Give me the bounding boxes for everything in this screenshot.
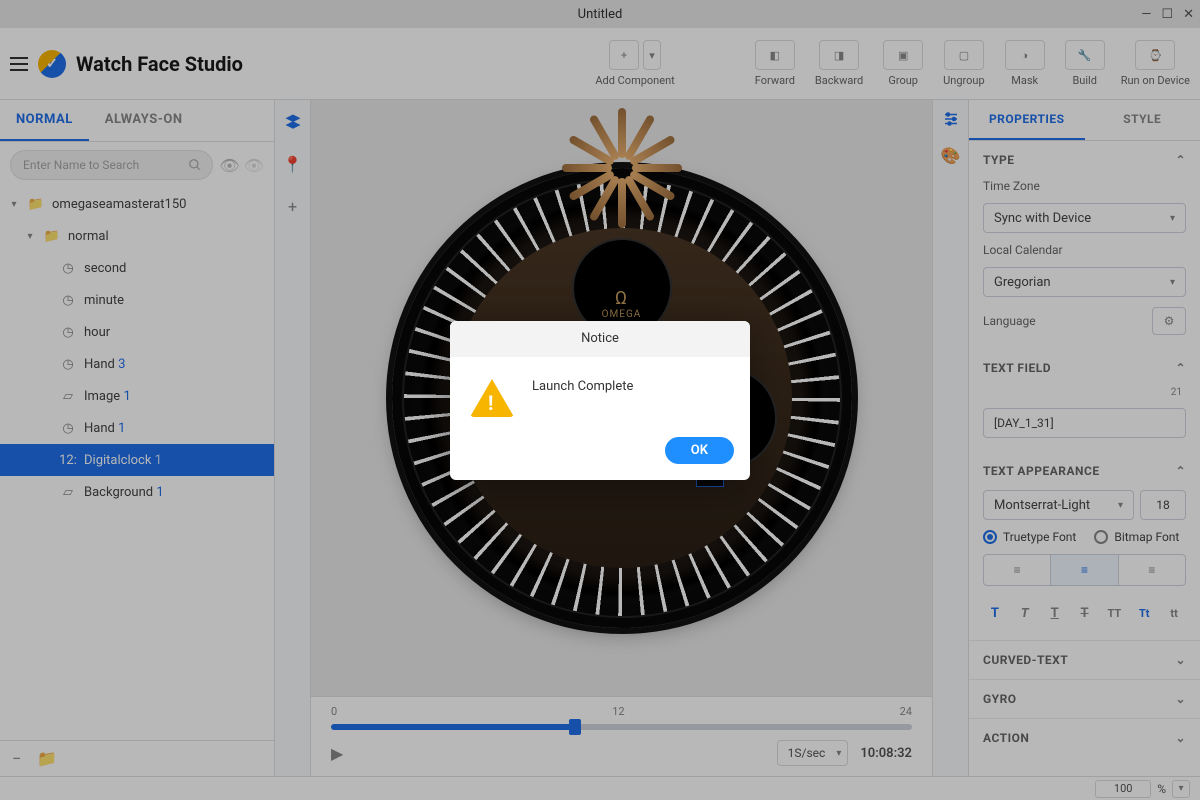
ok-button[interactable]: OK bbox=[665, 437, 734, 464]
dialog-message: Launch Complete bbox=[532, 375, 633, 394]
modal-overlay: Notice Launch Complete OK bbox=[0, 0, 1200, 800]
notice-dialog: Notice Launch Complete OK bbox=[450, 321, 750, 480]
dialog-title: Notice bbox=[450, 321, 750, 357]
warning-icon bbox=[470, 379, 514, 417]
